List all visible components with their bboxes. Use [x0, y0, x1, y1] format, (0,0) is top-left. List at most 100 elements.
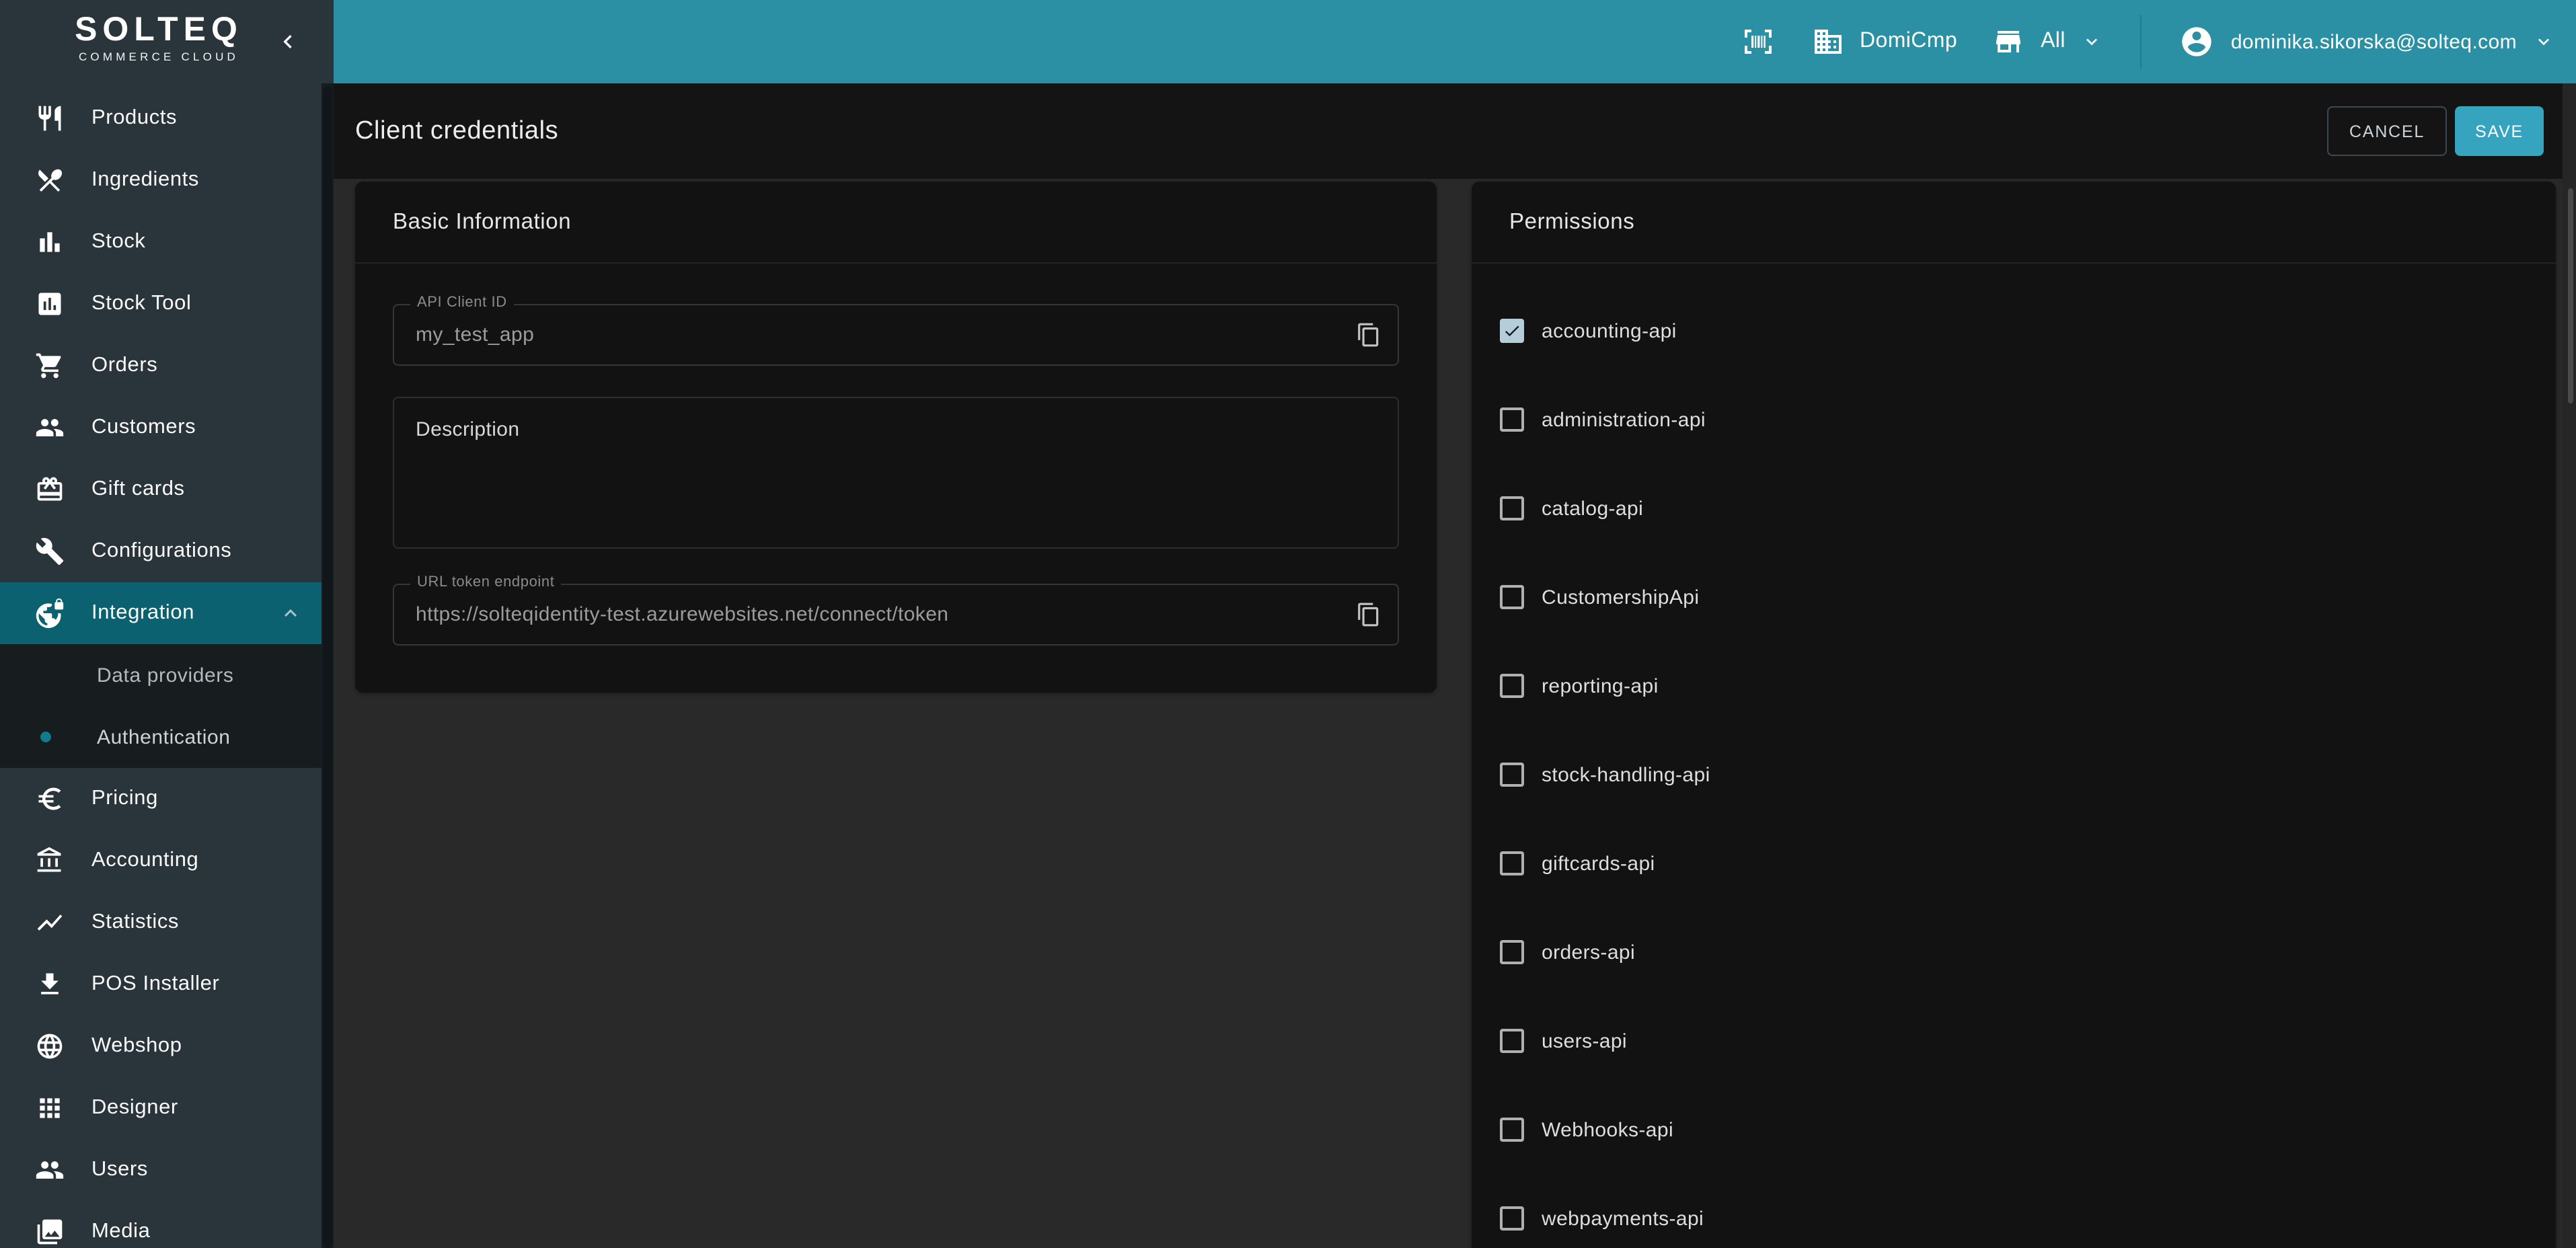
wrench-icon	[35, 537, 65, 566]
checkbox[interactable]	[1500, 407, 1524, 432]
sidebar-scrollbar-thumb[interactable]	[323, 86, 332, 1248]
checkbox[interactable]	[1500, 1029, 1524, 1053]
permission-row[interactable]: giftcards-api	[1472, 819, 2556, 908]
shopping-cart-icon	[35, 351, 65, 381]
permission-row[interactable]: reporting-api	[1472, 641, 2556, 730]
window-scrollbar[interactable]	[2563, 83, 2576, 1248]
permission-row[interactable]: users-api	[1472, 997, 2556, 1085]
api-client-id-field[interactable]: API Client ID my_test_app	[393, 304, 1399, 366]
checkbox[interactable]	[1500, 1118, 1524, 1142]
permission-row[interactable]: stock-handling-api	[1472, 730, 2556, 819]
permission-label: administration-api	[1542, 408, 1706, 431]
sidebar-scrollbar[interactable]	[321, 83, 334, 1248]
subitem-label: Authentication	[97, 726, 231, 748]
permission-label: Webhooks-api	[1542, 1118, 1673, 1141]
sidebar-item-designer[interactable]: Designer	[0, 1077, 321, 1139]
sidebar-item-products[interactable]: Products	[0, 87, 321, 149]
cancel-button[interactable]: CANCEL	[2327, 106, 2447, 156]
sidebar-item-ingredients[interactable]: Ingredients	[0, 149, 321, 211]
logo-subtitle: COMMERCE CLOUD	[40, 50, 277, 63]
account-circle-icon[interactable]	[2180, 24, 2215, 59]
sidebar-collapse-icon[interactable]	[274, 28, 301, 55]
permissions-list: accounting-api administration-api catalo…	[1472, 286, 2556, 1248]
permission-row[interactable]: catalog-api	[1472, 464, 2556, 553]
permission-label: stock-handling-api	[1542, 763, 1710, 786]
sidebar-item-statistics[interactable]: Statistics	[0, 892, 321, 953]
page-title-bar: Client credentials CANCEL SAVE	[334, 83, 2576, 179]
sidebar-item-label: Stock Tool	[91, 292, 191, 316]
restaurant-menu-icon	[35, 165, 65, 195]
permission-label: giftcards-api	[1542, 852, 1655, 875]
people-icon	[35, 413, 65, 442]
sidebar-item-gift-cards[interactable]: Gift cards	[0, 459, 321, 520]
bank-icon	[35, 846, 65, 875]
bar-chart-icon	[35, 227, 65, 257]
copy-icon[interactable]	[1356, 322, 1381, 348]
permission-row[interactable]: accounting-api	[1472, 286, 2556, 375]
people-icon	[35, 1155, 65, 1185]
sidebar-item-users[interactable]: Users	[0, 1139, 321, 1201]
sidebar-item-label: Gift cards	[91, 477, 185, 502]
permission-row[interactable]: CustomershipApi	[1472, 553, 2556, 641]
chevron-down-icon[interactable]	[2533, 31, 2554, 52]
sidebar-item-orders[interactable]: Orders	[0, 335, 321, 397]
sidebar-subitem-data-providers[interactable]: Data providers	[0, 644, 321, 706]
integration-submenu: Data providers Authentication	[0, 644, 321, 768]
top-header-bar: DomiCmp All dominika.sikorska@solteq.com	[334, 0, 2576, 83]
store-filter-value[interactable]: All	[2041, 30, 2066, 54]
logo-title: SOLTEQ	[40, 12, 277, 47]
sidebar-item-webshop[interactable]: Webshop	[0, 1015, 321, 1077]
field-label: API Client ID	[410, 295, 514, 311]
sidebar-item-pricing[interactable]: Pricing	[0, 768, 321, 830]
checkbox[interactable]	[1500, 585, 1524, 609]
sidebar-item-configurations[interactable]: Configurations	[0, 520, 321, 582]
permission-row[interactable]: orders-api	[1472, 908, 2556, 997]
company-name[interactable]: DomiCmp	[1860, 30, 1957, 54]
sidebar-item-customers[interactable]: Customers	[0, 397, 321, 459]
sidebar-item-label: Stock	[91, 230, 146, 254]
checkbox[interactable]	[1500, 496, 1524, 520]
chevron-down-icon[interactable]	[2082, 31, 2103, 52]
window-scrollbar-thumb[interactable]	[2568, 188, 2573, 403]
chevron-up-icon[interactable]	[278, 601, 303, 625]
description-field[interactable]: Description	[393, 397, 1399, 549]
storefront-icon[interactable]	[1992, 26, 2024, 58]
save-button[interactable]: SAVE	[2455, 106, 2544, 156]
checkbox[interactable]	[1500, 851, 1524, 875]
sidebar-item-label: Media	[91, 1220, 150, 1244]
url-token-endpoint-field[interactable]: URL token endpoint https://solteqidentit…	[393, 584, 1399, 646]
permission-label: CustomershipApi	[1542, 586, 1699, 609]
checkbox[interactable]	[1500, 763, 1524, 787]
assessment-icon	[35, 289, 65, 319]
sidebar-item-integration[interactable]: Integration	[0, 582, 321, 644]
permission-label: webpayments-api	[1542, 1207, 1704, 1230]
building-icon[interactable]	[1811, 26, 1844, 58]
photo-library-icon	[35, 1217, 65, 1247]
globe-icon	[35, 1031, 65, 1061]
globe-lock-icon	[35, 598, 65, 628]
api-client-id-value: my_test_app	[416, 323, 534, 346]
barcode-scanner-icon[interactable]	[1741, 26, 1774, 58]
sidebar-item-pos-installer[interactable]: POS Installer	[0, 953, 321, 1015]
main-content: Basic Information API Client ID my_test_…	[334, 179, 2576, 1248]
sidebar-item-accounting[interactable]: Accounting	[0, 830, 321, 892]
logo: SOLTEQ COMMERCE CLOUD	[0, 0, 334, 83]
user-email[interactable]: dominika.sikorska@solteq.com	[2231, 30, 2517, 53]
permission-row[interactable]: webpayments-api	[1472, 1174, 2556, 1248]
sidebar-item-media[interactable]: Media	[0, 1201, 321, 1248]
sidebar-item-label: Webshop	[91, 1034, 182, 1058]
copy-icon[interactable]	[1356, 602, 1381, 627]
permissions-card: Permissions accounting-api administratio…	[1472, 182, 2556, 1248]
sidebar-item-label: Configurations	[91, 539, 231, 563]
checkbox[interactable]	[1500, 674, 1524, 698]
active-dot-icon	[40, 732, 51, 742]
sidebar-item-stock-tool[interactable]: Stock Tool	[0, 273, 321, 335]
checkbox[interactable]	[1500, 940, 1524, 964]
permission-row[interactable]: Webhooks-api	[1472, 1085, 2556, 1174]
sidebar-item-label: Pricing	[91, 787, 158, 811]
sidebar-subitem-authentication[interactable]: Authentication	[0, 706, 321, 768]
checkbox[interactable]	[1500, 1206, 1524, 1231]
permission-row[interactable]: administration-api	[1472, 375, 2556, 464]
checkbox[interactable]	[1500, 319, 1524, 343]
sidebar-item-stock[interactable]: Stock	[0, 211, 321, 273]
